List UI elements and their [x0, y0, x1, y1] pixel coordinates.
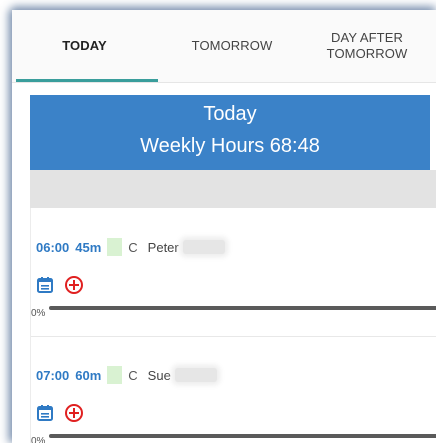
appointment-summary: 06:00 45m C Peter: [36, 238, 225, 256]
progress-label: 0%: [31, 436, 46, 443]
appointment-duration: 45m: [75, 239, 102, 255]
calendar-icon[interactable]: [36, 276, 54, 294]
appointment-duration: 60m: [75, 367, 102, 383]
redacted-surname: [174, 368, 217, 382]
tab-divider: [12, 82, 436, 83]
status-swatch: [107, 238, 123, 256]
status-swatch: [107, 366, 123, 384]
section-spacer: [30, 170, 436, 208]
progress-label: 0%: [31, 308, 46, 319]
appointment-code: C: [128, 367, 138, 383]
weekly-hours: Weekly Hours 68:48: [140, 135, 320, 157]
appointment-time: 06:00: [36, 239, 70, 255]
appointment-summary: 07:00 60m C Sue: [36, 366, 217, 384]
progress-bar: [49, 434, 436, 438]
appointment-list[interactable]: 06:00 45m C Peter 0% 07:00 60m C Sue 0%: [30, 208, 436, 443]
app-frame: TODAY TOMORROW DAY AFTER TOMORROW Today …: [12, 10, 436, 443]
tab-bar: TODAY TOMORROW DAY AFTER TOMORROW: [12, 10, 436, 82]
appointment-row[interactable]: 06:00 45m C Peter 0%: [31, 208, 436, 326]
calendar-icon[interactable]: [36, 404, 54, 422]
redacted-surname: [182, 240, 225, 254]
client-name: Peter: [147, 239, 179, 255]
client-name: Sue: [147, 367, 171, 383]
day-banner: Today Weekly Hours 68:48: [30, 95, 430, 170]
tab-today[interactable]: TODAY: [12, 10, 157, 82]
progress-bar: [49, 306, 436, 310]
banner-title: Today: [203, 103, 257, 125]
tab-day-after-tomorrow[interactable]: DAY AFTER TOMORROW: [307, 10, 427, 82]
appointment-actions: [36, 402, 84, 424]
add-circle-icon[interactable]: [64, 403, 84, 423]
appointment-time: 07:00: [36, 367, 70, 383]
appointment-row[interactable]: 07:00 60m C Sue 0%: [31, 336, 436, 443]
tab-tomorrow[interactable]: TOMORROW: [157, 10, 307, 82]
appointment-actions: [36, 274, 84, 296]
add-circle-icon[interactable]: [64, 275, 84, 295]
appointment-code: C: [128, 239, 138, 255]
